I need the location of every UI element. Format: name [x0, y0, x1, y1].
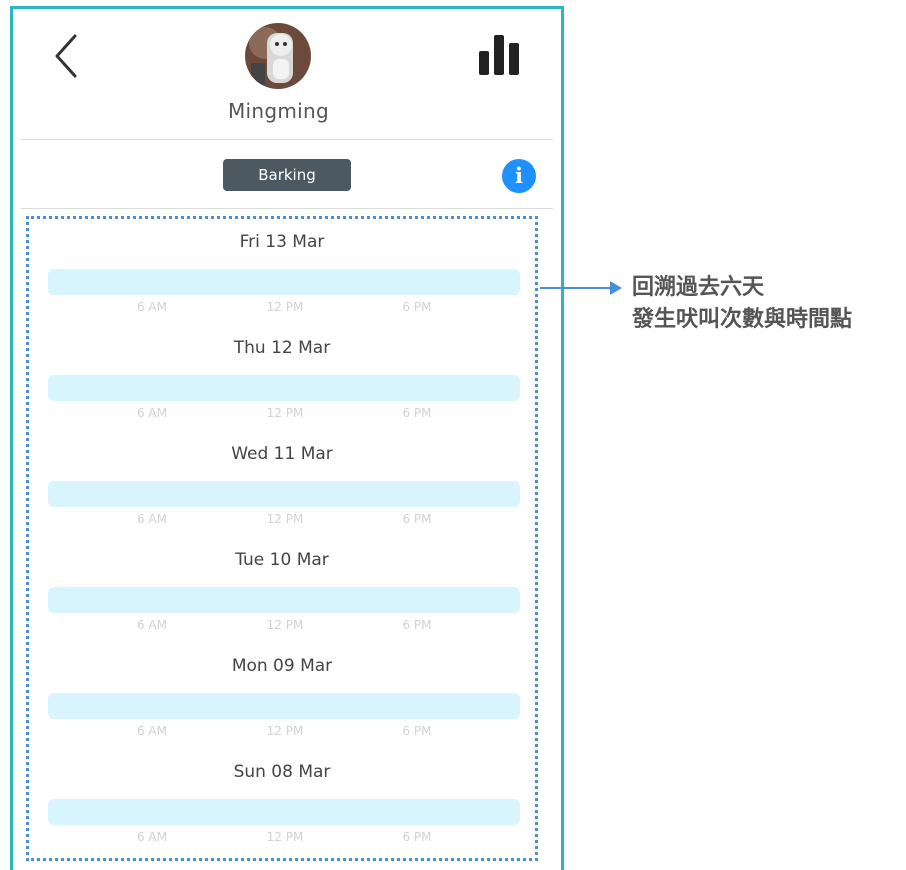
app-header: Mingming [13, 9, 561, 139]
annotation-arrow-icon [610, 281, 622, 295]
day-timeline-bar[interactable] [48, 481, 520, 507]
day-label: Mon 09 Mar [231, 656, 333, 676]
stats-button[interactable] [477, 31, 521, 77]
day-row: Mon 09 Mar 6 AM 12 PM 6 PM [26, 640, 538, 746]
barking-tag-button[interactable]: Barking [223, 159, 351, 191]
filter-divider [21, 208, 553, 209]
tick-6pm: 6 PM [402, 406, 432, 420]
tick-6am: 6 AM [136, 300, 167, 314]
tick-6am: 6 AM [136, 724, 167, 738]
day-row: Thu 12 Mar 6 AM 12 PM 6 PM [26, 322, 538, 428]
day-label: Thu 12 Mar [233, 338, 331, 358]
day-timeline-bar[interactable] [48, 693, 520, 719]
day-row: Sun 08 Mar 6 AM 12 PM 6 PM [26, 746, 538, 852]
day-timeline-bar[interactable] [48, 375, 520, 401]
tick-12pm: 12 PM [266, 300, 304, 314]
tick-6pm: 6 PM [402, 512, 432, 526]
stage: Mingming Barking i Fri 13 Mar 6 AM 12 PM… [0, 0, 906, 870]
day-label: Fri 13 Mar [239, 232, 325, 252]
tick-6pm: 6 PM [402, 618, 432, 632]
day-row: Tue 10 Mar 6 AM 12 PM 6 PM [26, 534, 538, 640]
header-divider [21, 139, 553, 140]
chevron-left-icon [55, 34, 77, 78]
day-row: Fri 13 Mar 6 AM 12 PM 6 PM [26, 216, 538, 322]
day-label: Wed 11 Mar [231, 444, 333, 464]
day-timeline-bar[interactable] [48, 587, 520, 613]
bar-chart-icon [479, 35, 519, 75]
annotation-line-2: 發生吠叫次數與時間點 [632, 307, 853, 332]
tick-12pm: 12 PM [266, 830, 304, 844]
tick-6am: 6 AM [136, 406, 167, 420]
tick-6am: 6 AM [136, 512, 167, 526]
pet-name: Mingming [228, 99, 329, 123]
pet-photo [245, 23, 311, 89]
annotation-line [540, 287, 612, 289]
annotation-line-1: 回溯過去六天 [632, 275, 765, 300]
tick-6pm: 6 PM [402, 300, 432, 314]
day-timeline-bar[interactable] [48, 799, 520, 825]
back-button[interactable] [49, 31, 83, 81]
annotation-text: 回溯過去六天 發生吠叫次數與時間點 [632, 272, 902, 336]
tick-6am: 6 AM [136, 830, 167, 844]
tick-12pm: 12 PM [266, 406, 304, 420]
tick-12pm: 12 PM [266, 724, 304, 738]
tick-12pm: 12 PM [266, 512, 304, 526]
tick-6am: 6 AM [136, 618, 167, 632]
info-icon[interactable]: i [502, 159, 536, 193]
tick-6pm: 6 PM [402, 830, 432, 844]
day-row: Wed 11 Mar 6 AM 12 PM 6 PM [26, 428, 538, 534]
day-label: Sun 08 Mar [233, 762, 331, 782]
day-timeline-bar[interactable] [48, 269, 520, 295]
tick-12pm: 12 PM [266, 618, 304, 632]
day-label: Tue 10 Mar [235, 550, 329, 570]
avatar[interactable] [245, 23, 311, 89]
tick-6pm: 6 PM [402, 724, 432, 738]
